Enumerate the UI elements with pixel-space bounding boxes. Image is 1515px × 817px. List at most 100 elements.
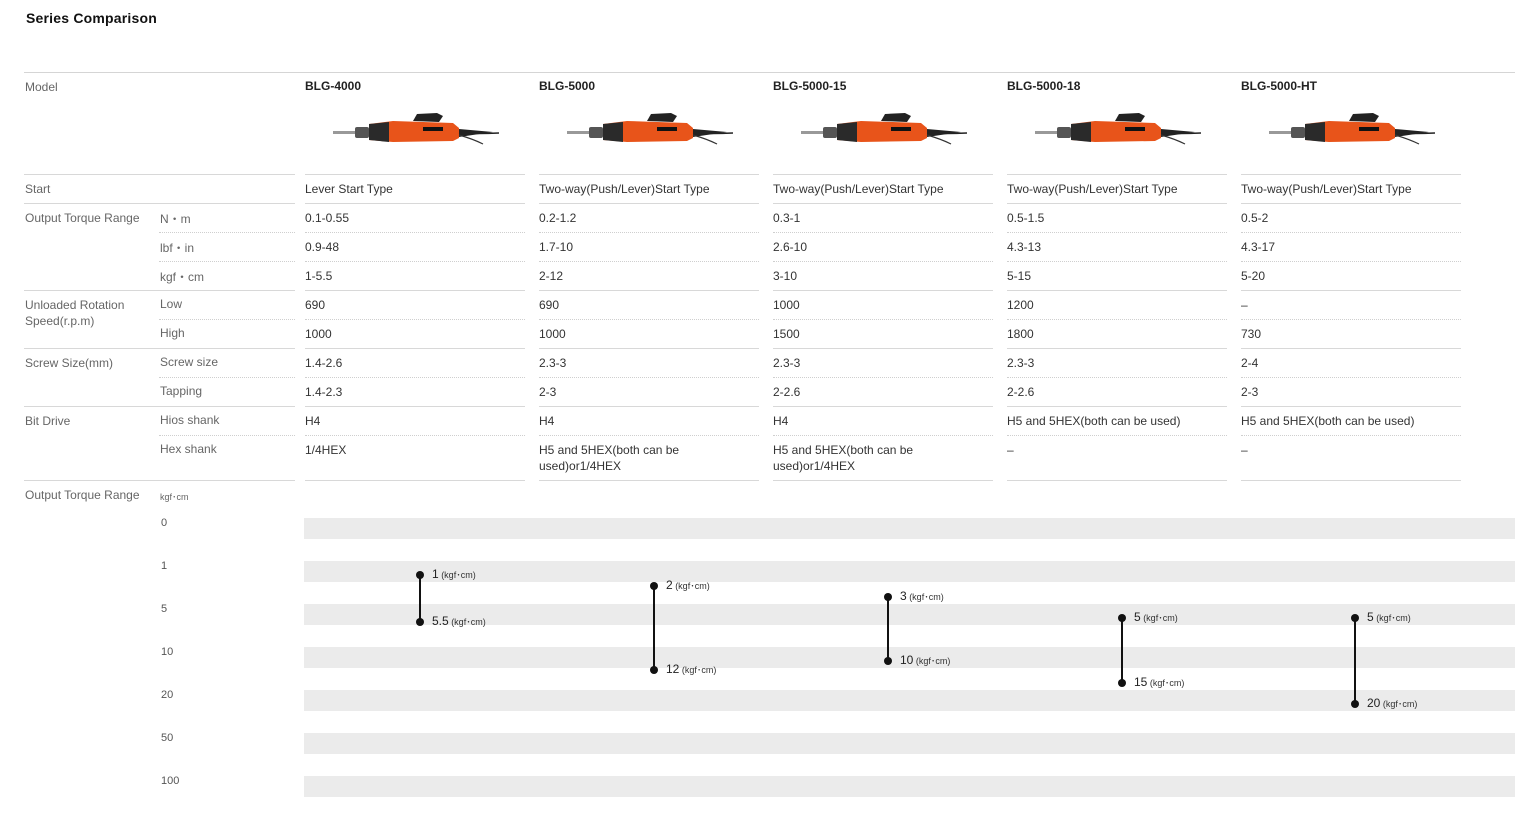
row-divider <box>539 290 759 291</box>
y-tick-label: 10 <box>161 646 174 658</box>
spec-cell-lbfin: 1.7-10 <box>539 240 574 254</box>
row-divider <box>1241 232 1461 233</box>
range-label-high: 15 (kgf･cm) <box>1134 675 1184 689</box>
range-unit: (kgf･cm) <box>906 591 944 602</box>
chart-band <box>304 690 1515 711</box>
row-divider <box>1241 435 1461 436</box>
chart-band <box>304 561 1515 582</box>
spec-cell-nm: 0.5-2 <box>1241 211 1269 225</box>
range-unit: (kgf･cm) <box>1373 613 1411 623</box>
column-divider <box>1007 174 1227 175</box>
row-divider <box>773 203 993 204</box>
row-divider <box>1241 377 1461 378</box>
row-divider <box>1007 480 1227 481</box>
row-divider <box>539 435 759 436</box>
row-divider <box>305 435 525 436</box>
bit-drive-label: Bit Drive <box>25 414 71 428</box>
spec-cell-hex: H5 and 5HEX(both can be used)or1/4HEX <box>773 443 914 473</box>
spec-cell-tapping: 1.4-2.3 <box>305 385 343 399</box>
row-divider <box>1007 290 1227 291</box>
y-tick-label: 100 <box>161 775 180 787</box>
low-sublabel: Low <box>160 297 183 311</box>
screwdriver-image <box>801 112 968 152</box>
range-unit: (kgf･cm) <box>679 664 717 675</box>
tapping-sublabel: Tapping <box>160 384 203 398</box>
column-divider <box>539 174 759 175</box>
range-unit: (kgf･cm) <box>438 570 476 580</box>
row-divider <box>773 261 993 262</box>
spec-cell-kgfcm: 1-5.5 <box>305 269 333 283</box>
row-divider <box>773 232 993 233</box>
left-divider <box>24 290 295 291</box>
spec-cell-screw: 1.4-2.6 <box>305 356 343 370</box>
spec-cell-low: 1200 <box>1007 298 1034 312</box>
spec-cell-low: 690 <box>539 298 560 312</box>
row-divider <box>539 203 759 204</box>
spec-cell-high: 1500 <box>773 327 800 341</box>
spec-cell-start: Lever Start Type <box>305 182 393 196</box>
row-divider <box>773 377 993 378</box>
spec-cell-hex: – <box>1007 443 1014 457</box>
left-divider <box>159 377 295 378</box>
spec-cell-screw: 2.3-3 <box>1007 356 1035 370</box>
high-sublabel: High <box>160 326 185 340</box>
left-divider <box>24 480 295 481</box>
range-label-low: 2 (kgf･cm) <box>666 578 710 592</box>
spec-cell-tapping: 2-2.6 <box>1007 385 1035 399</box>
spec-cell-low: 690 <box>305 298 326 312</box>
spec-cell-screw: 2.3-3 <box>539 356 567 370</box>
range-value: 5.5 <box>432 614 449 629</box>
range-point-low <box>416 571 424 579</box>
row-divider <box>539 377 759 378</box>
spec-cell-tapping: 2-3 <box>1241 385 1259 399</box>
range-value: 3 <box>900 588 907 603</box>
spec-cell-lbfin: 0.9-48 <box>305 240 340 254</box>
left-divider <box>24 174 295 175</box>
row-divider <box>773 319 993 320</box>
range-point-low <box>884 592 892 601</box>
spec-cell-lbfin: 4.3-17 <box>1241 240 1276 254</box>
spec-cell-high: 1000 <box>539 327 566 341</box>
spec-cell-lbfin: 4.3-13 <box>1007 240 1042 254</box>
row-divider <box>773 290 993 291</box>
spec-cell-high: 1800 <box>1007 327 1034 341</box>
screw-size-label: Screw Size(mm) <box>25 356 114 370</box>
rotation-speed-label: Unloaded Rotation Speed(r.p.m) <box>25 298 125 328</box>
chart-unit-label: kgf･cm <box>160 492 189 502</box>
range-line <box>419 575 421 623</box>
screwdriver-image <box>1269 112 1436 152</box>
spec-cell-lbfin: 2.6-10 <box>773 240 808 254</box>
row-divider <box>539 480 759 481</box>
row-divider <box>773 406 993 407</box>
row-divider <box>305 377 525 378</box>
row-divider <box>305 406 525 407</box>
row-divider <box>305 203 525 204</box>
spec-cell-nm: 0.2-1.2 <box>539 211 577 225</box>
spec-cell-hios: H4 <box>305 414 321 428</box>
range-point-high <box>884 657 892 665</box>
y-tick-label: 0 <box>161 517 168 529</box>
column-divider <box>1241 174 1461 175</box>
range-line <box>1121 618 1123 683</box>
y-tick-label: 5 <box>161 603 168 615</box>
row-divider <box>773 435 993 436</box>
range-label-low: 1 (kgf･cm) <box>432 567 476 581</box>
range-point-high <box>1118 678 1126 687</box>
range-unit: (kgf･cm) <box>1140 613 1178 623</box>
spec-cell-tapping: 2-2.6 <box>773 385 801 399</box>
row-divider <box>539 232 759 233</box>
row-divider <box>1241 203 1461 204</box>
row-divider <box>305 319 525 320</box>
range-value: 12 <box>666 661 680 676</box>
row-divider <box>1007 319 1227 320</box>
range-point-low <box>650 581 658 590</box>
row-divider <box>773 480 993 481</box>
row-divider <box>1241 348 1461 349</box>
spec-cell-kgfcm: 5-20 <box>1241 269 1266 283</box>
spec-cell-screw: 2-4 <box>1241 356 1259 370</box>
spec-cell-low: 1000 <box>773 298 800 312</box>
left-divider <box>159 319 295 320</box>
row-divider <box>539 319 759 320</box>
spec-cell-start: Two-way(Push/Lever)Start Type <box>773 182 944 196</box>
kgfcm-sublabel: kgf・cm <box>160 270 205 284</box>
